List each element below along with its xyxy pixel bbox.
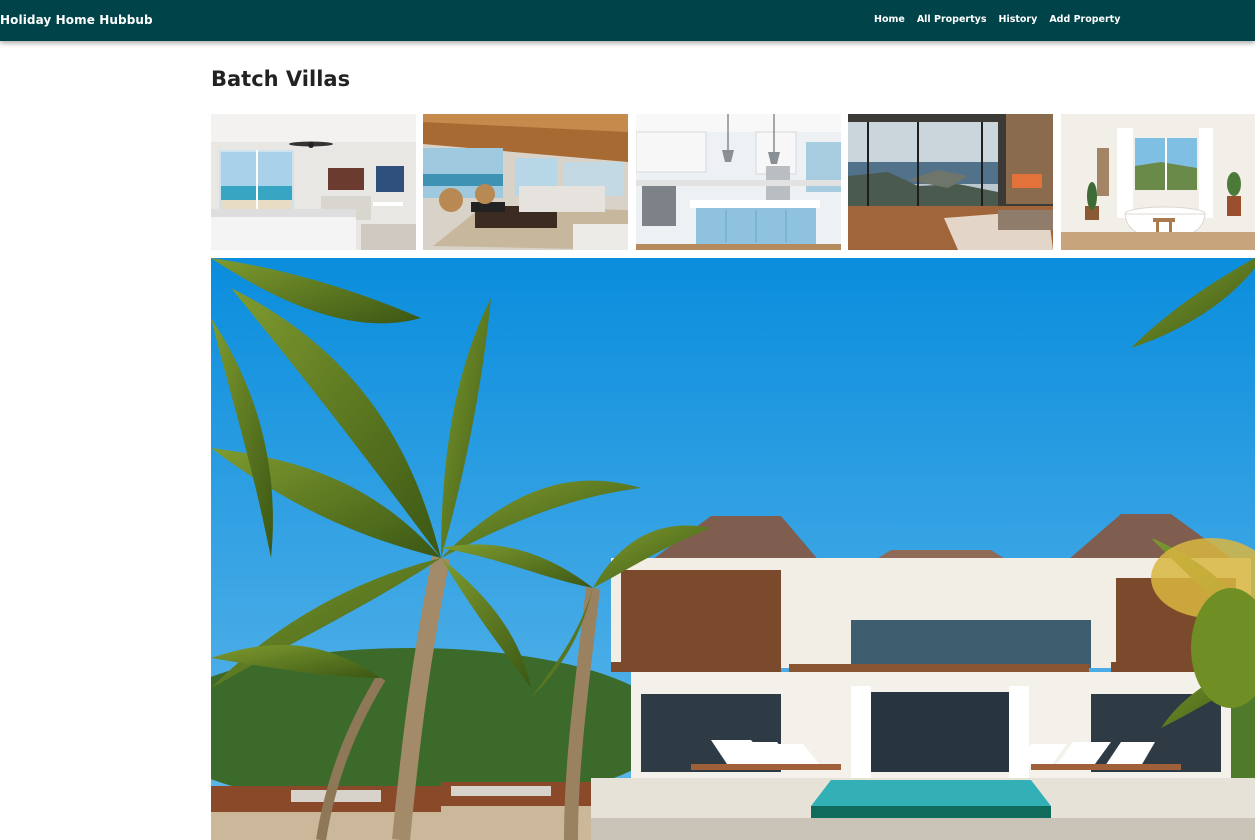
main-property-photo bbox=[211, 258, 1255, 840]
brand-link[interactable]: Holiday Home Hubbub bbox=[0, 13, 153, 27]
nav-add-property-link[interactable]: Add Property bbox=[1043, 14, 1126, 25]
thumbnail-gallery bbox=[211, 114, 1255, 250]
top-navbar: Holiday Home Hubbub Home All Propertys H… bbox=[0, 0, 1255, 41]
thumbnail-coastal-bedroom[interactable] bbox=[848, 114, 1053, 250]
nav-history-link[interactable]: History bbox=[993, 14, 1044, 25]
thumbnail-living-room[interactable] bbox=[423, 114, 628, 250]
thumbnail-bathroom[interactable] bbox=[1061, 114, 1255, 250]
nav-all-properties-link[interactable]: All Propertys bbox=[911, 14, 993, 25]
nav-links: Home All Propertys History Add Property bbox=[868, 14, 1126, 25]
thumbnail-kitchen[interactable] bbox=[636, 114, 841, 250]
thumbnail-bedroom[interactable] bbox=[211, 114, 416, 250]
property-title: Batch Villas bbox=[211, 67, 351, 91]
nav-home-link[interactable]: Home bbox=[868, 14, 911, 25]
